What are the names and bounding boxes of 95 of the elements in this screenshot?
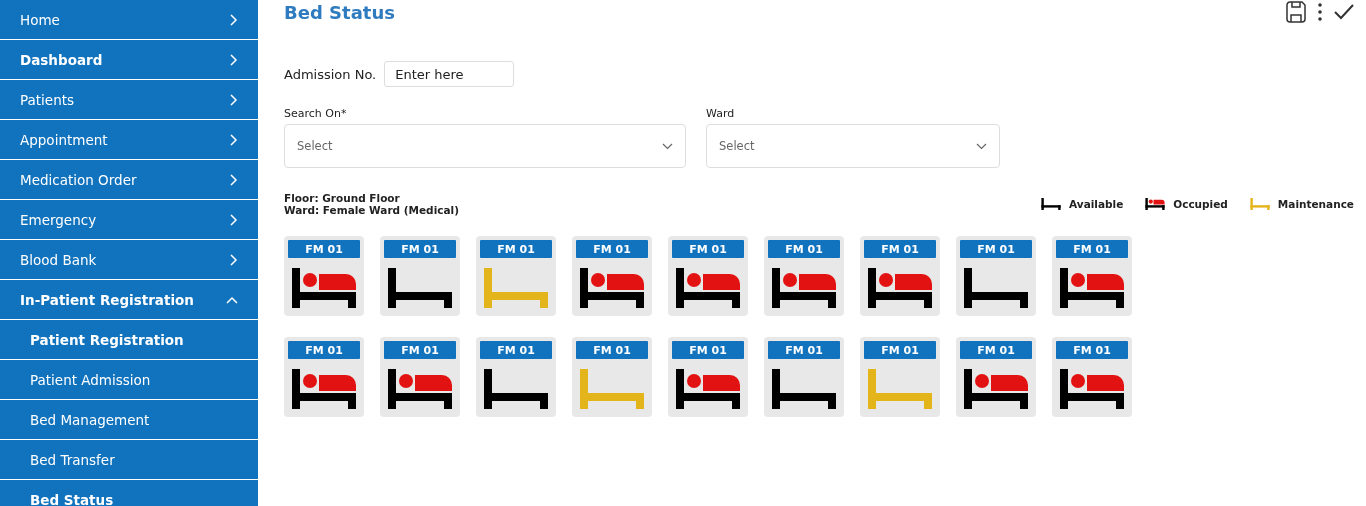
bed-icon (580, 268, 644, 308)
bed-icon (1249, 198, 1270, 210)
checkmark-icon[interactable] (1334, 4, 1354, 20)
floor-info: Floor: Ground Floor (284, 192, 401, 204)
sidebar-item[interactable]: Blood Bank (0, 240, 258, 280)
chevron-right-icon (230, 53, 238, 66)
bed-card[interactable]: FM 01 (476, 337, 556, 417)
field-label: Ward (706, 107, 736, 120)
chevron-right-icon (230, 93, 238, 106)
sidebar-subitem[interactable]: Bed Transfer (0, 440, 258, 480)
bed-card[interactable]: FM 01 (668, 337, 748, 417)
legend-label: Maintenance (1277, 198, 1354, 210)
bed-card[interactable]: FM 01 (956, 337, 1036, 417)
bed-icon (868, 369, 932, 409)
chevron-right-icon (230, 213, 238, 226)
bed-icon (292, 369, 356, 409)
bed-label: FM 01 (384, 240, 456, 258)
bed-card[interactable]: FM 01 (284, 236, 364, 316)
sidebar-item[interactable]: Emergency (0, 200, 258, 240)
bed-card[interactable]: FM 01 (380, 337, 460, 417)
bed-card[interactable]: FM 01 (764, 236, 844, 316)
ward-dropdown[interactable]: Select (706, 124, 1000, 168)
bed-label: FM 01 (864, 240, 936, 258)
field-label: Search On* (284, 107, 348, 120)
bed-label: FM 01 (288, 240, 360, 258)
sidebar-item[interactable]: Appointment (0, 120, 258, 160)
sidebar-item[interactable]: Home (0, 0, 258, 40)
bed-icon (580, 369, 644, 409)
bed-label: FM 01 (576, 240, 648, 258)
bed-icon (1060, 369, 1124, 409)
bed-icon (388, 268, 452, 308)
admission-number-field[interactable]: Enter here (384, 61, 515, 87)
legend-label: Occupied (1173, 198, 1228, 210)
bed-icon (388, 369, 452, 409)
sidebar-item[interactable]: Medication Order (0, 160, 258, 200)
chevron-right-icon (230, 133, 238, 146)
bed-card[interactable]: FM 01 (860, 236, 940, 316)
chevron-right-icon (230, 253, 238, 266)
sidebar-subitem[interactable]: Bed Status (0, 480, 258, 506)
bed-label: FM 01 (672, 240, 744, 258)
bed-icon (676, 268, 740, 308)
bed-icon (1060, 268, 1124, 308)
bed-label: FM 01 (1056, 341, 1128, 359)
bed-label: FM 01 (576, 341, 648, 359)
chevron-right-icon (230, 13, 238, 26)
bed-label: FM 01 (768, 240, 840, 258)
bed-label: FM 01 (960, 341, 1032, 359)
bed-icon (772, 369, 836, 409)
field-label: Admission No. (284, 66, 377, 82)
bed-label: FM 01 (480, 240, 552, 258)
bed-label: FM 01 (480, 341, 552, 359)
bed-icon (676, 369, 740, 409)
search-on-dropdown[interactable]: Select (284, 124, 686, 168)
chevron-right-icon (230, 173, 238, 186)
bed-label: FM 01 (960, 240, 1032, 258)
chevron-down-icon (662, 142, 673, 150)
bed-icon (1145, 198, 1166, 210)
bed-icon (484, 268, 548, 308)
page-title: Bed Status (284, 1, 395, 23)
chevron-up-icon (226, 295, 238, 304)
legend-label: Available (1069, 198, 1124, 210)
sidebar-subitem[interactable]: Patient Registration (0, 320, 258, 360)
bed-icon (772, 268, 836, 308)
sidebar-item[interactable]: Dashboard (0, 40, 258, 80)
bed-icon (964, 369, 1028, 409)
bed-card[interactable]: FM 01 (1052, 337, 1132, 417)
bed-card[interactable]: FM 01 (572, 236, 652, 316)
bed-card[interactable]: FM 01 (956, 236, 1036, 316)
bed-card[interactable]: FM 01 (1052, 236, 1132, 316)
chevron-down-icon (976, 142, 987, 150)
sidebar-subitem[interactable]: Bed Management (0, 400, 258, 440)
ward-info: Ward: Female Ward (Medical) (284, 204, 459, 216)
bed-card[interactable]: FM 01 (572, 337, 652, 417)
bed-card[interactable]: FM 01 (476, 236, 556, 316)
bed-icon (1041, 198, 1062, 210)
bed-label: FM 01 (1056, 240, 1128, 258)
sidebar-subitem[interactable]: Patient Admission (0, 360, 258, 400)
sidebar-item[interactable]: Patients (0, 80, 258, 120)
bed-label: FM 01 (864, 341, 936, 359)
bed-card[interactable]: FM 01 (668, 236, 748, 316)
bed-icon (868, 268, 932, 308)
bed-icon (484, 369, 548, 409)
bed-label: FM 01 (768, 341, 840, 359)
more-options-icon[interactable] (1318, 3, 1322, 21)
sidebar-item[interactable]: In-Patient Registration (0, 280, 258, 320)
bed-label: FM 01 (288, 341, 360, 359)
bed-card[interactable]: FM 01 (284, 337, 364, 417)
bed-icon (292, 268, 356, 308)
bed-card[interactable]: FM 01 (380, 236, 460, 316)
bed-icon (964, 268, 1028, 308)
bed-label: FM 01 (672, 341, 744, 359)
save-icon[interactable] (1286, 1, 1306, 23)
bed-card[interactable]: FM 01 (860, 337, 940, 417)
bed-label: FM 01 (384, 341, 456, 359)
bed-card[interactable]: FM 01 (764, 337, 844, 417)
